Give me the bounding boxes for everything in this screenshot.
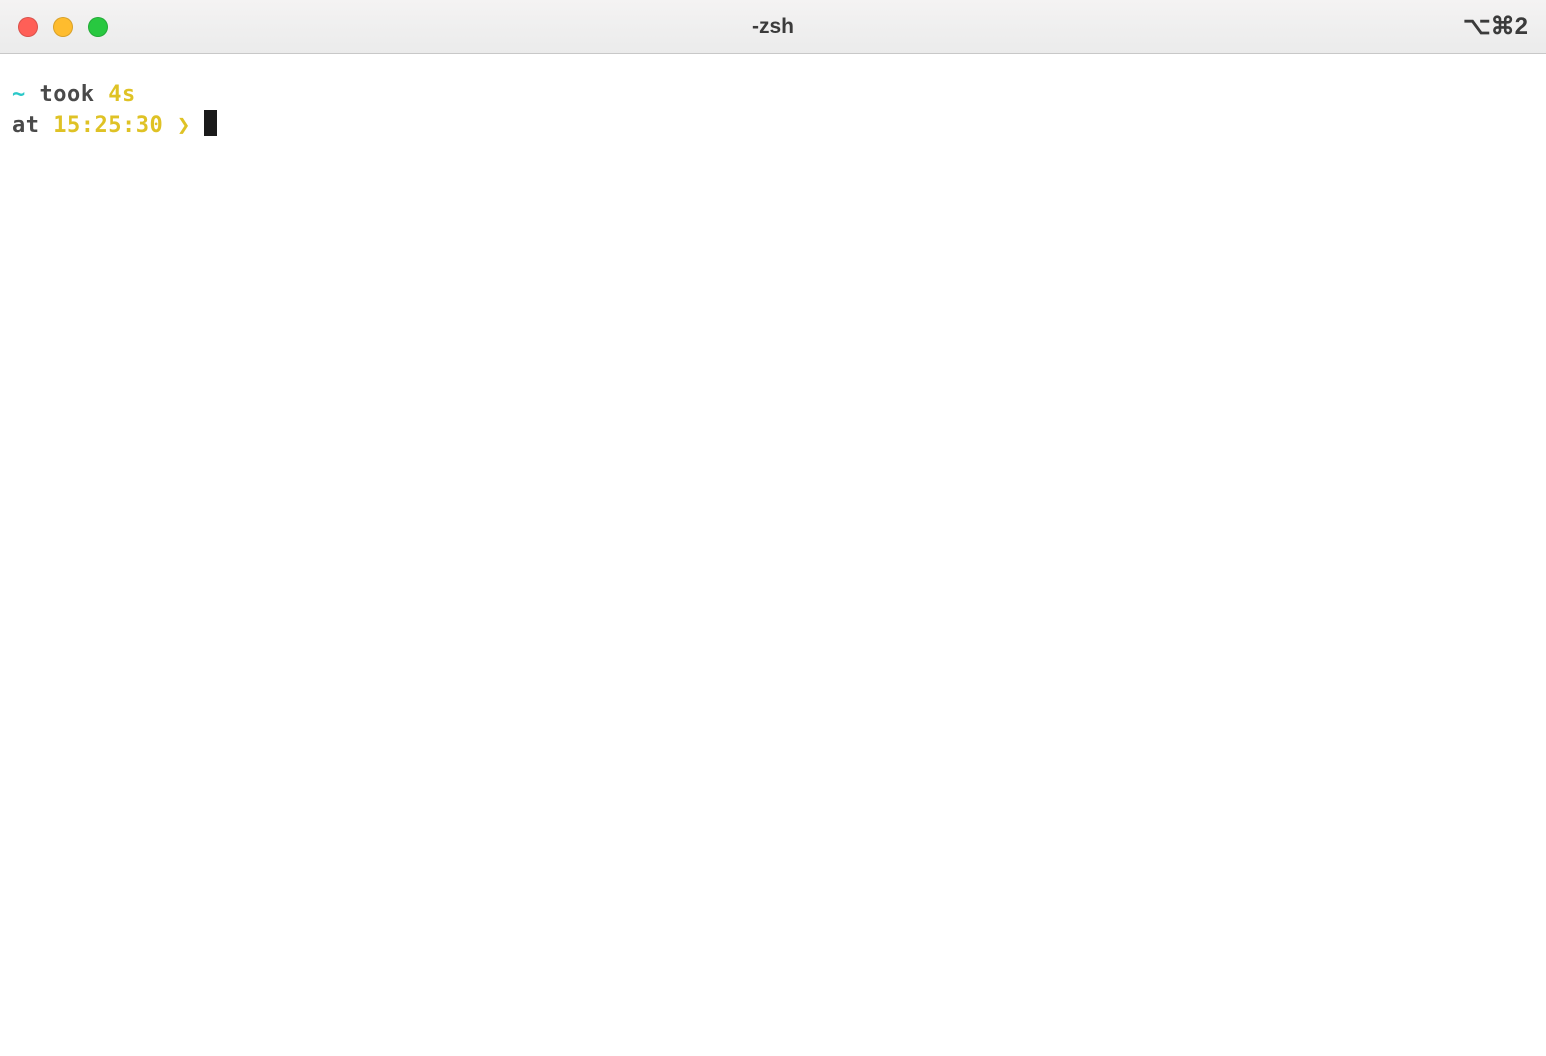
prompt-line-1: ~ took 4s [12, 80, 1534, 110]
cursor-block-icon [204, 110, 217, 136]
prompt-timestamp: 15:25:30 [53, 113, 163, 138]
close-button[interactable] [18, 17, 38, 37]
shortcut-indicator: ⌥⌘2 [1463, 12, 1528, 41]
prompt-line-2: at 15:25:30 ❯ [12, 110, 1534, 141]
title-bar: -zsh ⌥⌘2 [0, 0, 1546, 54]
terminal-body[interactable]: ~ took 4s at 15:25:30 ❯ [0, 54, 1546, 167]
maximize-button[interactable] [88, 17, 108, 37]
prompt-took-duration: 4s [108, 82, 136, 107]
prompt-took-label: took [26, 82, 108, 107]
prompt-at-label: at [12, 113, 53, 138]
prompt-arrow: ❯ [163, 113, 204, 138]
prompt-cwd: ~ [12, 82, 26, 107]
minimize-button[interactable] [53, 17, 73, 37]
traffic-lights [18, 17, 108, 37]
window-title: -zsh [752, 15, 794, 39]
